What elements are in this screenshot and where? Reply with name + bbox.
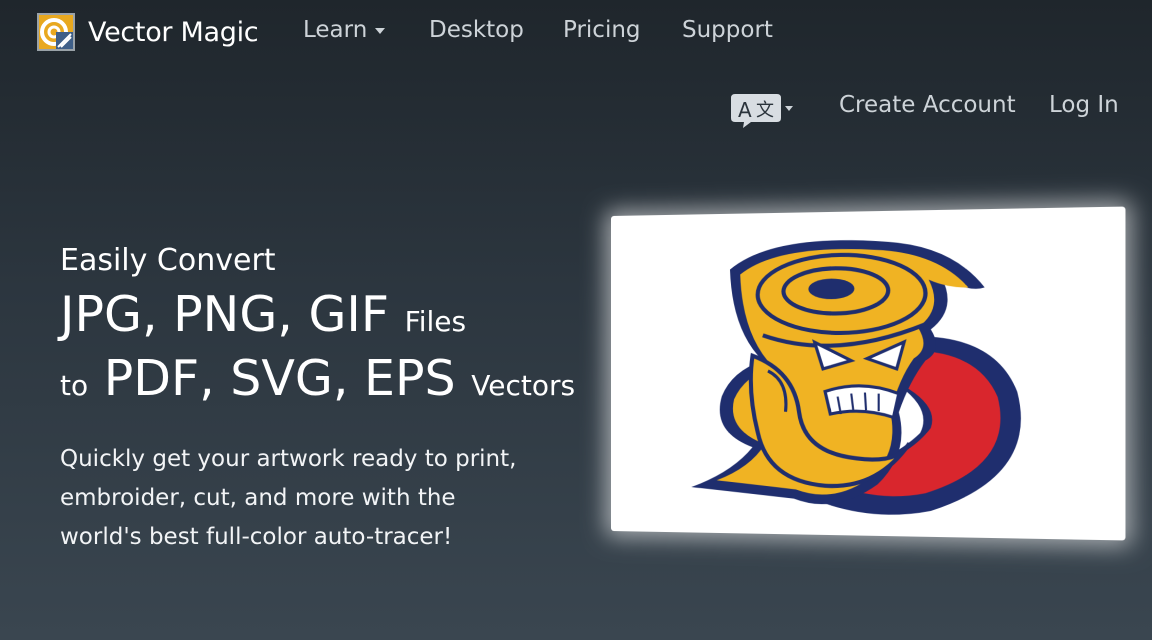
language-selector[interactable]: A 文: [729, 92, 799, 128]
brand-link[interactable]: Vector Magic: [37, 13, 259, 51]
brand-name: Vector Magic: [88, 16, 259, 48]
hero-formats-out: PDF, SVG, EPS: [103, 350, 456, 407]
svg-text:A: A: [738, 98, 752, 122]
nav-learn[interactable]: Learn: [303, 17, 386, 43]
login-link[interactable]: Log In: [1049, 92, 1119, 118]
vector-magic-logo-icon: [37, 13, 75, 51]
hero-formats-in: JPG, PNG, GIF: [60, 286, 390, 343]
nav-desktop[interactable]: Desktop: [429, 17, 524, 43]
svg-text:文: 文: [756, 100, 774, 121]
hero-formats-in-line: JPG, PNG, GIF Files: [60, 286, 466, 343]
hero-intro: Easily Convert: [60, 243, 276, 278]
hero-formats-out-line: to PDF, SVG, EPS Vectors: [60, 350, 575, 407]
hero-to-word: to: [60, 369, 89, 402]
example-image-card: [611, 206, 1126, 541]
chevron-down-icon: [375, 27, 386, 34]
create-account-link[interactable]: Create Account: [839, 92, 1016, 118]
hero-files-word: Files: [404, 305, 467, 338]
tornado-mascot-image: [691, 238, 1021, 517]
nav-pricing[interactable]: Pricing: [563, 17, 641, 43]
nav-learn-label: Learn: [303, 17, 368, 43]
hero-vectors-word: Vectors: [471, 369, 576, 402]
hero-description: Quickly get your artwork ready to print,…: [60, 446, 517, 550]
translate-icon: A 文: [731, 94, 793, 128]
nav-support[interactable]: Support: [682, 17, 773, 43]
